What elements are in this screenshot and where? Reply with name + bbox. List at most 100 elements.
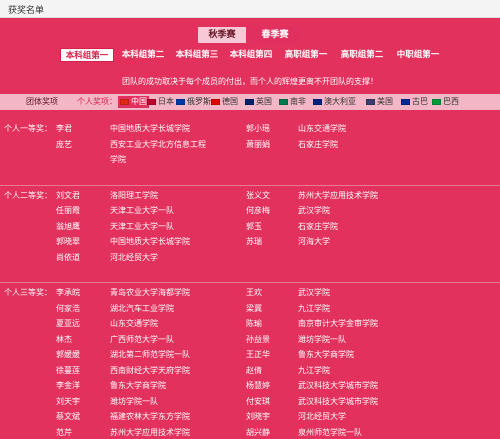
winner-name: 刘文君 [56,190,80,200]
winner-school: 泉州师范学院一队 [298,427,362,437]
prize-level-label: 个人一等奖： [4,124,52,133]
page-header: 获奖名单 [0,0,500,18]
tab-autumn[interactable]: 秋季赛 [198,27,246,43]
winner-name: 尚依道 [56,252,80,262]
tab-category-3[interactable]: 本科组第三 [172,48,222,62]
winner-name: 刘晓宇 [246,412,270,421]
winner-name: 蔡文斌 [56,412,80,421]
tab-category-1[interactable]: 本科组第一 [60,48,114,62]
flag-icon [176,98,185,105]
award-row: 尚依道 河北经贸大学 [0,251,500,265]
winner-name: 郭晓翠 [56,237,80,246]
award-row: 郭媛媛 湖北第二师范学院一队 王正华 鲁东大学商学院 [0,348,500,362]
tab-category-7[interactable]: 中职组第一 [392,48,444,62]
tab-category-2[interactable]: 本科组第二 [118,48,168,62]
prize-level-label: 个人二等奖： [4,190,52,200]
country-label: 南非 [290,97,306,106]
winner-name: 杨慧婷 [246,381,270,390]
award-row: 徐蔓莲 西南财经大学天府学院 赵倩 九江学院 [0,364,500,378]
winner-school: 武汉科技大学城市学院 [298,381,378,390]
award-row: 刘天宇 潍坊学院一队 付安琪 武汉科技大学城市学院 [0,395,500,409]
winner-school: 山东交通学院 [298,124,346,133]
winner-name: 何家浩 [56,303,80,313]
winner-school: 湖北汽车工业学院 [110,303,174,313]
winner-name: 陈瑜 [246,319,262,328]
winner-school: 武汉学院 [298,288,330,297]
prize-level-label: 个人三等奖： [4,288,52,297]
winner-name: 李承皖 [56,288,80,297]
winner-school: 山东交通学院 [110,319,158,328]
section-divider [0,282,500,283]
winner-name: 夏亚远 [56,319,80,328]
winner-school: 广西师范大学一队 [110,334,174,344]
award-row: 个人三等奖： 李承皖 青岛农业大学海都学院 王欢 武汉学院 [0,286,500,300]
winner-name: 林杰 [56,334,72,344]
winner-name: 付安琪 [246,396,270,406]
winner-school: 天津工业大学一队 [110,206,174,215]
country-filter-item[interactable]: 古巴 [401,96,428,108]
award-row: 李金洋 鲁东大学商学院 杨慧婷 武汉科技大学城市学院 [0,379,500,393]
award-row: 学院 [0,153,500,167]
winner-name: 苏瑞 [246,237,262,246]
winner-name: 李金洋 [56,381,80,390]
winner-name: 梁冀 [246,303,262,313]
slogan: 团队的成功取决于每个成员的付出，而个人的辉煌更离不开团队的支撑！ [122,77,378,86]
winner-school: 河海大学 [298,237,330,246]
award-row: 林杰 广西师范大学一队 孙益景 潍坊学院一队 [0,333,500,347]
section-divider [0,184,500,186]
award-row: 任丽霞 天津工业大学一队 何彦梅 武汉学院 [0,204,500,218]
award-list: 个人一等奖： 李君 中国地质大学长城学院 郭小瑶 山东交通学院 庞艺 西安工业大学北方信息工… [0,118,500,439]
winner-name: 萧丽娟 [246,139,270,149]
tab-category-6[interactable]: 高职组第二 [336,48,388,62]
team-award-filter[interactable]: 团体奖项 [26,96,58,108]
winner-name: 何彦梅 [246,206,270,215]
flag-icon [366,98,375,105]
winner-school: 苏州大学应用技术学院 [110,427,190,437]
tab-category-4[interactable]: 本科组第四 [226,48,276,62]
tab-spring[interactable]: 春季赛 [249,27,301,43]
country-filter-item[interactable]: 英国 [245,96,272,108]
country-label: 日本 [158,97,174,106]
country-filter-item[interactable]: 澳大利亚 [313,96,356,108]
winner-school: 武汉学院 [298,206,330,215]
winner-school: 九江学院 [298,303,330,313]
winner-name: 李君 [56,124,72,133]
country-filter-item[interactable]: 巴西 [432,96,459,108]
country-filter-item[interactable]: 日本 [147,96,174,108]
country-filter-item[interactable]: 中国 [118,96,149,108]
country-label: 英国 [256,97,272,106]
country-filter-item[interactable]: 美国 [366,96,393,108]
country-filter-item[interactable]: 俄罗斯 [176,96,211,108]
winner-name: 胡兴静 [246,427,270,437]
country-label: 中国 [131,97,147,106]
winner-name: 王欢 [246,288,262,297]
individual-award-filter[interactable]: 个人奖项： [77,96,117,108]
award-row: 个人一等奖： 李君 中国地质大学长城学院 郭小瑶 山东交通学院 [0,122,500,136]
winner-school: 南京审计大学金审学院 [298,319,378,328]
country-filter-item[interactable]: 南非 [279,96,306,108]
winner-school: 潍坊学院一队 [110,396,158,406]
tab-category-5[interactable]: 高职组第一 [280,48,332,62]
winner-school: 九江学院 [298,365,330,375]
award-row: 郭晓翠 中国地质大学长城学院 苏瑞 河海大学 [0,235,500,249]
flag-icon [432,98,441,105]
flag-icon [313,98,322,105]
winner-school: 潍坊学院一队 [298,334,346,344]
award-row: 翁旭鹰 天津工业大学一队 郭玉 石家庄学院 [0,220,500,234]
award-row: 蔡文斌 福建农林大学东方学院 刘晓宇 河北经贸大学 [0,410,500,424]
country-filter-item[interactable]: 德国 [211,96,238,108]
winner-name: 范芹 [56,427,72,437]
category-tabs: 本科组第一 本科组第二 本科组第三 本科组第四 高职组第一 高职组第二 中职组第… [0,46,500,64]
winner-school: 苏州大学应用技术学院 [298,190,378,200]
winner-name: 张义文 [246,190,270,200]
winner-name: 郭小瑶 [246,124,270,133]
winner-name: 赵倩 [246,365,262,375]
flag-icon [147,98,156,105]
winner-school: 西安工业大学北方信息工程 [110,139,206,149]
winner-school: 中国地质大学长城学院 [110,124,190,133]
winner-school: 天津工业大学一队 [110,221,174,231]
award-row: 夏亚远 山东交通学院 陈瑜 南京审计大学金审学院 [0,317,500,331]
flag-icon [245,98,254,105]
flag-icon [120,98,129,105]
winner-school: 河北经贸大学 [110,252,158,262]
